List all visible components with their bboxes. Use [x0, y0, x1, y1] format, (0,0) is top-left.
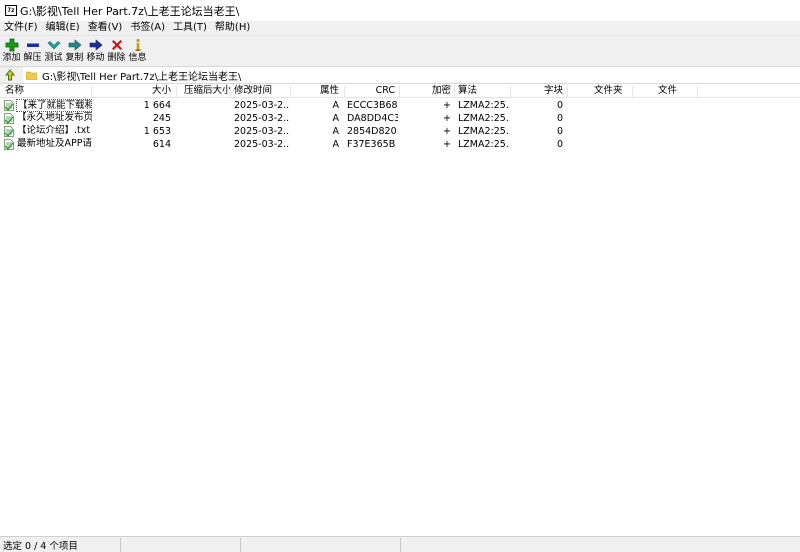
address-bar: G:\影视\Tell Her Part.7z\上老王论坛当老王\ [0, 66, 800, 84]
file-size: 1 653 [143, 126, 171, 137]
title-bar: 7z G:\影视\Tell Her Part.7z\上老王论坛当老王\ [0, 0, 800, 21]
menu-bar: 文件(F) 编辑(E) 查看(V) 书签(A) 工具(T) 帮助(H) [0, 21, 800, 36]
delete-label: 删除 [107, 53, 126, 63]
delete-icon [111, 40, 122, 50]
file-row[interactable]: 【来了就能下载和... 1 664 2025-03-2... A ECCC3B6… [0, 99, 800, 112]
column-packed-size[interactable]: 压缩后大小 [181, 84, 231, 98]
menu-bookmarks[interactable]: 书签(A) [126, 21, 169, 35]
extract-label: 解压 [23, 53, 42, 63]
file-method: LZMA2:25... [458, 113, 510, 124]
status-divider [400, 538, 401, 552]
file-crc: DA8DD4C3 [347, 113, 398, 124]
file-crc: 2854D820 [347, 126, 397, 137]
file-size: 1 664 [143, 100, 171, 111]
list-header: 名称 大小 压缩后大小 修改时间 属性 CRC 加密 算法 字块 文件夹 文件 [0, 84, 800, 98]
test-button[interactable]: 测试 [43, 36, 64, 66]
column-attributes[interactable]: 属性 [290, 84, 342, 98]
column-method[interactable]: 算法 [455, 84, 510, 98]
move-label: 移动 [86, 53, 105, 63]
move-button[interactable]: 移动 [85, 36, 106, 66]
file-block: 0 [556, 139, 563, 150]
column-folders[interactable]: 文件夹 [591, 84, 641, 98]
add-icon [5, 38, 18, 52]
file-encrypted: + [443, 100, 451, 111]
file-encrypted: + [443, 126, 451, 137]
status-divider [120, 538, 121, 552]
status-divider [240, 538, 241, 552]
header-divider[interactable] [697, 86, 698, 97]
add-button[interactable]: 添加 [1, 36, 22, 66]
extract-button[interactable]: 解压 [22, 36, 43, 66]
text-file-icon [4, 139, 14, 150]
file-name: 【永久地址发布页... [17, 112, 92, 123]
column-block[interactable]: 字块 [510, 84, 566, 98]
file-size: 614 [152, 139, 171, 150]
app-7z-icon: 7z [5, 5, 17, 16]
file-modified: 2025-03-2... [234, 126, 290, 137]
path-field[interactable]: G:\影视\Tell Her Part.7z\上老王论坛当老王\ [23, 67, 800, 83]
toolbar: 添加 解压 测试 复制 移动 删除 信息 [0, 36, 800, 66]
file-list[interactable]: 名称 大小 压缩后大小 修改时间 属性 CRC 加密 算法 字块 文件夹 文件 … [0, 84, 800, 536]
extract-icon [26, 43, 39, 47]
menu-edit[interactable]: 编辑(E) [42, 21, 84, 35]
file-method: LZMA2:25... [458, 139, 510, 150]
column-modified[interactable]: 修改时间 [231, 84, 286, 98]
column-crc[interactable]: CRC [344, 84, 398, 98]
file-row[interactable]: 最新地址及APP请... 614 2025-03-2... A F37E365B… [0, 138, 800, 151]
move-icon [89, 39, 102, 51]
copy-icon [68, 39, 81, 51]
path-text: G:\影视\Tell Her Part.7z\上老王论坛当老王\ [42, 71, 242, 83]
file-method: LZMA2:25... [458, 126, 510, 137]
delete-button[interactable]: 删除 [106, 36, 127, 66]
folder-icon [26, 71, 37, 80]
file-encrypted: + [443, 113, 451, 124]
test-label: 测试 [44, 53, 63, 63]
menu-view[interactable]: 查看(V) [84, 21, 127, 35]
text-file-icon [4, 113, 14, 124]
file-encrypted: + [443, 139, 451, 150]
file-name: 最新地址及APP请... [17, 138, 92, 149]
file-attributes: A [332, 126, 340, 137]
header-divider[interactable] [567, 86, 568, 97]
add-label: 添加 [2, 53, 21, 63]
text-file-icon [4, 100, 14, 111]
info-icon [135, 38, 140, 51]
column-files[interactable]: 文件 [655, 84, 695, 98]
header-divider[interactable] [176, 86, 177, 97]
file-attributes: A [332, 100, 340, 111]
menu-tools[interactable]: 工具(T) [169, 21, 211, 35]
test-icon [47, 41, 60, 50]
file-block: 0 [556, 100, 563, 111]
file-block: 0 [556, 113, 563, 124]
file-name: 【论坛介绍】.txt [17, 125, 91, 136]
status-bar: 选定 0 / 4 个项目 [0, 536, 800, 552]
column-encrypted[interactable]: 加密 [400, 84, 454, 98]
info-button[interactable]: 信息 [127, 36, 148, 66]
selection-status: 选定 0 / 4 个项目 [3, 540, 78, 552]
file-row[interactable]: 【论坛介绍】.txt 1 653 2025-03-2... A 2854D820… [0, 125, 800, 138]
info-label: 信息 [128, 53, 147, 63]
menu-help[interactable]: 帮助(H) [211, 21, 254, 35]
column-size[interactable]: 大小 [92, 84, 174, 98]
file-modified: 2025-03-2... [234, 113, 290, 124]
file-method: LZMA2:25... [458, 100, 510, 111]
copy-button[interactable]: 复制 [64, 36, 85, 66]
file-size: 245 [152, 113, 171, 124]
file-block: 0 [556, 126, 563, 137]
text-file-icon [4, 126, 14, 137]
file-modified: 2025-03-2... [234, 139, 290, 150]
column-name[interactable]: 名称 [2, 84, 90, 98]
window-title: G:\影视\Tell Her Part.7z\上老王论坛当老王\ [20, 4, 240, 18]
folder-up-icon[interactable] [3, 68, 17, 82]
header-divider[interactable] [632, 86, 633, 97]
file-crc: F37E365B [347, 139, 396, 150]
file-crc: ECCC3B68 [347, 100, 398, 111]
file-attributes: A [332, 113, 340, 124]
copy-label: 复制 [65, 53, 84, 63]
file-modified: 2025-03-2... [234, 100, 290, 111]
file-row[interactable]: 【永久地址发布页... 245 2025-03-2... A DA8DD4C3 … [0, 112, 800, 125]
file-name: 【来了就能下载和... [16, 99, 92, 112]
menu-file[interactable]: 文件(F) [0, 21, 42, 35]
file-attributes: A [332, 139, 340, 150]
